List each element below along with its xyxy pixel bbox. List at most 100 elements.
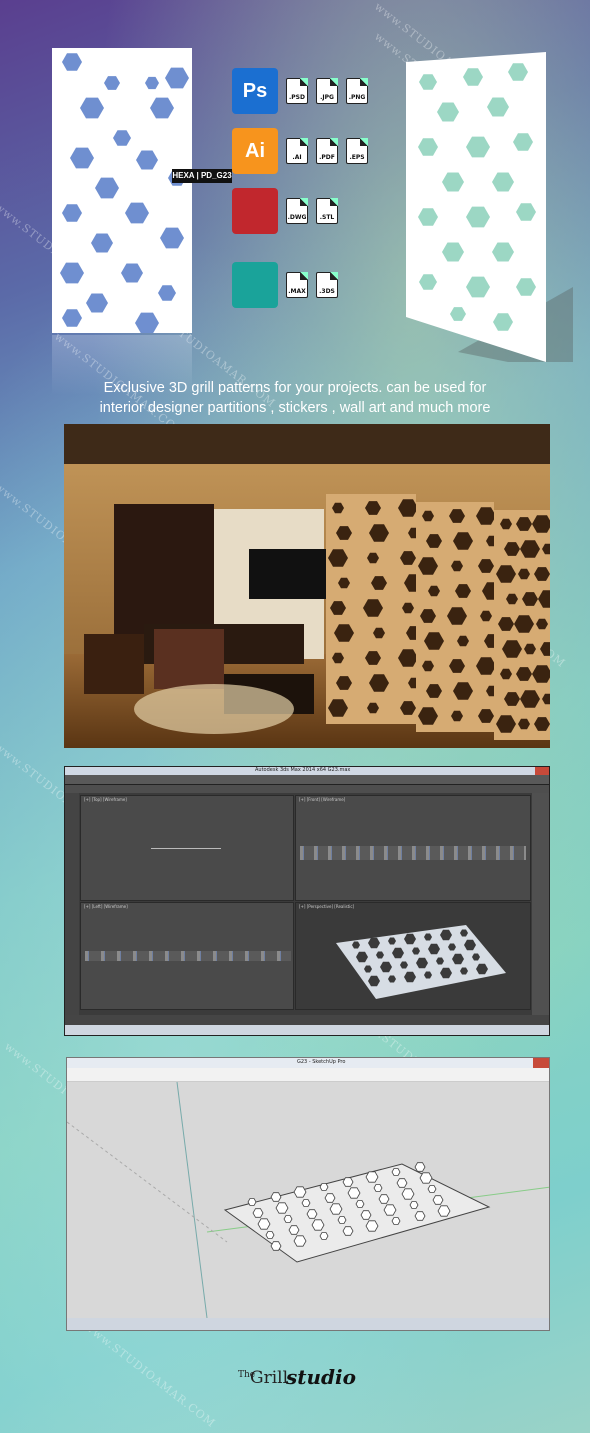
viewport-left[interactable]: [+] [Left] [Wireframe] [80, 902, 294, 1010]
hexagon-cutout [270, 1241, 282, 1251]
hexagon-cutout [383, 1204, 397, 1216]
format-row: .DWG .STL [232, 188, 338, 234]
hexagon-cutout [135, 312, 159, 333]
hexagon-cutout [150, 97, 174, 119]
hexagon-cutout [80, 97, 104, 119]
hexagon-cutout [427, 1185, 437, 1193]
hexagon-cutout [91, 233, 113, 253]
format-row: Ps .PSD .JPG .PNG [232, 68, 368, 114]
file-icon: .MAX [286, 272, 308, 298]
hexagon-cutout [360, 1210, 372, 1220]
hexagon-cutout [158, 285, 176, 301]
viewport-top[interactable]: [+] [Top] [Wireframe] [80, 795, 294, 901]
file-icon: .PNG [346, 78, 368, 104]
file-extension: .EPS [349, 154, 365, 161]
file-icon: .JPG [316, 78, 338, 104]
file-extension: .PDF [319, 154, 335, 161]
file-icon: .EPS [346, 138, 368, 164]
hexagon-cutout [378, 1194, 390, 1204]
hexagon-cutout [275, 1202, 289, 1214]
hexagon-cutout [437, 1205, 451, 1217]
hexagon-cutout [342, 1177, 354, 1187]
close-icon[interactable] [533, 1058, 549, 1068]
hexagon-cutout [283, 1215, 293, 1223]
hexagon-cutout [265, 1231, 275, 1239]
format-row: Ai .AI .PDF .EPS [232, 128, 368, 174]
file-icon: .PDF [316, 138, 338, 164]
file-extension: .PSD [289, 94, 305, 101]
hexagon-cutout [391, 1168, 401, 1176]
product-code-tag: HEXA | PD_G23 [172, 169, 232, 183]
taskbar [65, 1025, 549, 1035]
hexagon-cutout [125, 202, 149, 224]
3dsmax-window: Autodesk 3ds Max 2014 x64 G23.max [+] [T… [64, 766, 550, 1036]
hexagon-cutout [62, 204, 82, 222]
format-row: .MAX .3DS [232, 262, 338, 308]
hexagon-cutout [136, 150, 158, 170]
hexagon-cutout [396, 1178, 408, 1188]
file-icon: .PSD [286, 78, 308, 104]
hexagon-cutout [62, 309, 82, 327]
hexagon-cutout [324, 1193, 336, 1203]
hexagon-cutout [409, 1201, 419, 1209]
autocad-icon [232, 188, 278, 234]
hexagon-cutout [319, 1183, 329, 1191]
hexagon-cutout [145, 76, 159, 90]
hexagon-cutout [70, 147, 94, 169]
hexagon-cutout [104, 76, 120, 90]
file-extension: .JPG [320, 94, 334, 101]
toolbar [65, 775, 549, 785]
tagline-line2: interior designer partitions , stickers … [99, 400, 491, 416]
file-extension: .3DS [319, 288, 335, 295]
hexagon-cutout [337, 1216, 347, 1224]
hexagon-cutout [365, 1220, 379, 1232]
ai-icon: Ai [232, 128, 278, 174]
hexagon-cutout [60, 262, 84, 284]
3dsmax-icon [232, 262, 278, 308]
hexagon-cutout [95, 177, 119, 199]
file-extension: .PNG [348, 94, 366, 101]
file-extension: .MAX [288, 288, 306, 295]
brand-logo: The Grill studio [238, 1365, 356, 1389]
file-extension: .AI [292, 154, 302, 161]
hexagon-cutout [306, 1209, 318, 1219]
interior-render [64, 424, 550, 748]
hexagon-pattern [60, 53, 189, 333]
ps-icon: Ps [232, 68, 278, 114]
file-icon: .STL [316, 198, 338, 224]
viewport-perspective[interactable]: [+] [Perspective] [Realistic] [295, 902, 531, 1010]
taskbar [67, 1318, 549, 1330]
sketchup-window: G23 - SketchUp Pro [66, 1057, 550, 1331]
hexagon-cutout [391, 1217, 401, 1225]
hexagon-cutout [414, 1211, 426, 1221]
close-icon[interactable] [535, 767, 549, 775]
file-extension: .DWG [287, 214, 307, 221]
hexagon-cutout [432, 1195, 444, 1205]
window-title: Autodesk 3ds Max 2014 x64 G23.max [255, 767, 351, 773]
hexagon-cutout [293, 1186, 307, 1198]
title-bar: Autodesk 3ds Max 2014 x64 G23.max [65, 767, 549, 775]
hexagon-cutout [247, 1198, 257, 1206]
title-bar: G23 - SketchUp Pro [67, 1058, 549, 1068]
grill-panel-3d [398, 52, 573, 362]
hexagon-cutout [342, 1226, 354, 1236]
hexagon-cutout [252, 1208, 264, 1218]
hexagon-cutout [160, 227, 184, 249]
viewport-front[interactable]: [+] [Front] [Wireframe] [295, 795, 531, 901]
hexagon-cutout [257, 1218, 271, 1230]
file-icon: .3DS [316, 272, 338, 298]
hexagon-cutout [270, 1192, 282, 1202]
hexagon-cutout [419, 1172, 433, 1184]
hexagon-pattern-3d [406, 52, 573, 362]
hexagon-cutout [113, 130, 131, 146]
file-extension: .STL [319, 214, 335, 221]
tagline: Exclusive 3D grill patterns for your pro… [0, 378, 590, 418]
hexagon-cutout [414, 1162, 426, 1172]
hexagon-cutout [121, 263, 143, 283]
tagline-line1: Exclusive 3D grill patterns for your pro… [103, 380, 487, 396]
command-panel [532, 793, 549, 1015]
hexagon-cutout [347, 1187, 361, 1199]
hexagon-cutout [165, 67, 189, 89]
hexagon-cutout [319, 1232, 329, 1240]
hexagon-cutout [329, 1203, 343, 1215]
